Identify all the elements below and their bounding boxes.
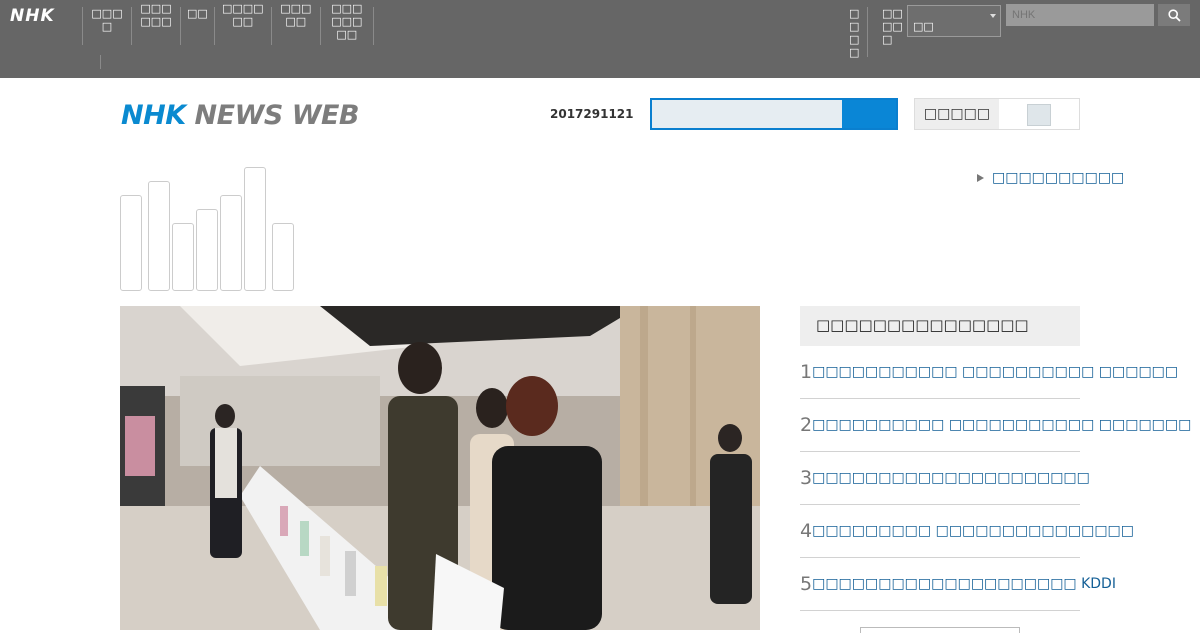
category-list-link[interactable]: □□□□□□□□□□ — [977, 170, 1124, 186]
category-tab[interactable] — [244, 167, 266, 291]
ranking-link[interactable]: □□□□□□□□□□□□□□□□□□□□□ — [812, 470, 1090, 486]
global-nav: □□□□ □□□□□□ □□ □□□□□□ □□□□□ □□□□□□□□ — [82, 2, 374, 47]
font-size-label: □□□□□ — [915, 99, 999, 129]
category-tab[interactable] — [196, 209, 218, 291]
global-nav-item[interactable]: □□□□□□ — [131, 2, 180, 45]
ranking-title: □□□□□□□□□□□□□□□ — [800, 306, 1080, 346]
search-icon — [1167, 8, 1181, 22]
utility-nav-item[interactable]: □□□□ — [849, 7, 867, 59]
top-news-photo[interactable] — [120, 306, 760, 630]
news-search-button[interactable] — [842, 100, 896, 128]
store-scene-illustration — [120, 306, 760, 630]
ranking-number: 4 — [800, 520, 813, 542]
global-header: NHK □□□□ □□□□□□ □□ □□□□□□ □□□□□ □□□□□□□□… — [0, 0, 1200, 78]
ranking-panel: □□□□□□□□□□□□□□□ 1 □□□□□□□□□□□ □□□□□□□□□□… — [800, 306, 1191, 611]
news-web-logo[interactable]: NHK NEWS WEB — [121, 101, 360, 131]
ranking-item[interactable]: 2 □□□□□□□□□□ □□□□□□□□□□□ □□□□□□□ — [800, 399, 1191, 452]
category-tab[interactable] — [172, 223, 194, 291]
ranking-link[interactable]: □□□□□□□□□ □□□□□□□□□□□□□□□ — [812, 523, 1134, 539]
font-size-toggle[interactable]: □□□□□ — [914, 98, 1080, 130]
global-nav-divider — [100, 55, 101, 69]
global-nav-item[interactable]: □□□□□□ — [213, 2, 271, 45]
ranking-number: 3 — [800, 467, 813, 489]
global-nav-item[interactable]: □□ — [180, 7, 214, 45]
global-nav-item[interactable]: □□□□□□□□ — [319, 2, 374, 45]
category-tab[interactable] — [148, 181, 170, 291]
global-nav-item[interactable]: □□□□ — [82, 7, 131, 45]
site-search-button[interactable] — [1158, 4, 1190, 26]
ranking-number: 1 — [800, 361, 813, 383]
ranking-number: 5 — [800, 573, 813, 595]
utility-nav: □□□□ □□□□□ — [849, 7, 907, 59]
news-search-input[interactable] — [652, 100, 842, 128]
news-search — [650, 98, 898, 130]
ranking-item[interactable]: 5 □□□□□□□□□□□□□□□□□□□□ KDDI — [800, 558, 1116, 611]
toggle-knob[interactable] — [1027, 104, 1051, 126]
ranking-more-button[interactable] — [860, 627, 1020, 633]
ranking-number: 2 — [800, 414, 813, 436]
region-select[interactable]: □□ — [907, 5, 1001, 37]
global-nav-item[interactable]: □□□□□ — [270, 2, 320, 45]
ranking-item[interactable]: 1 □□□□□□□□□□□ □□□□□□□□□□ □□□□□□ — [800, 346, 1178, 399]
site-search-input[interactable] — [1006, 4, 1154, 26]
category-tab[interactable] — [272, 223, 294, 291]
category-tab[interactable] — [220, 195, 242, 291]
category-tabs — [120, 164, 300, 291]
nhk-logo[interactable]: NHK — [10, 6, 55, 26]
category-tab[interactable] — [120, 195, 142, 291]
utility-nav-item[interactable]: □□□□□ — [867, 7, 907, 57]
ranking-link[interactable]: □□□□□□□□□□□□□□□□□□□□ KDDI — [812, 576, 1116, 592]
ranking-link[interactable]: □□□□□□□□□□ □□□□□□□□□□□ □□□□□□□ — [812, 417, 1191, 433]
current-date: 2017291121 — [550, 107, 634, 121]
chevron-down-icon — [990, 14, 996, 18]
ranking-link[interactable]: □□□□□□□□□□□ □□□□□□□□□□ □□□□□□ — [812, 364, 1178, 380]
ranking-item[interactable]: 3 □□□□□□□□□□□□□□□□□□□□□ — [800, 452, 1090, 505]
play-triangle-icon — [977, 174, 984, 182]
ranking-item[interactable]: 4 □□□□□□□□□ □□□□□□□□□□□□□□□ — [800, 505, 1134, 558]
